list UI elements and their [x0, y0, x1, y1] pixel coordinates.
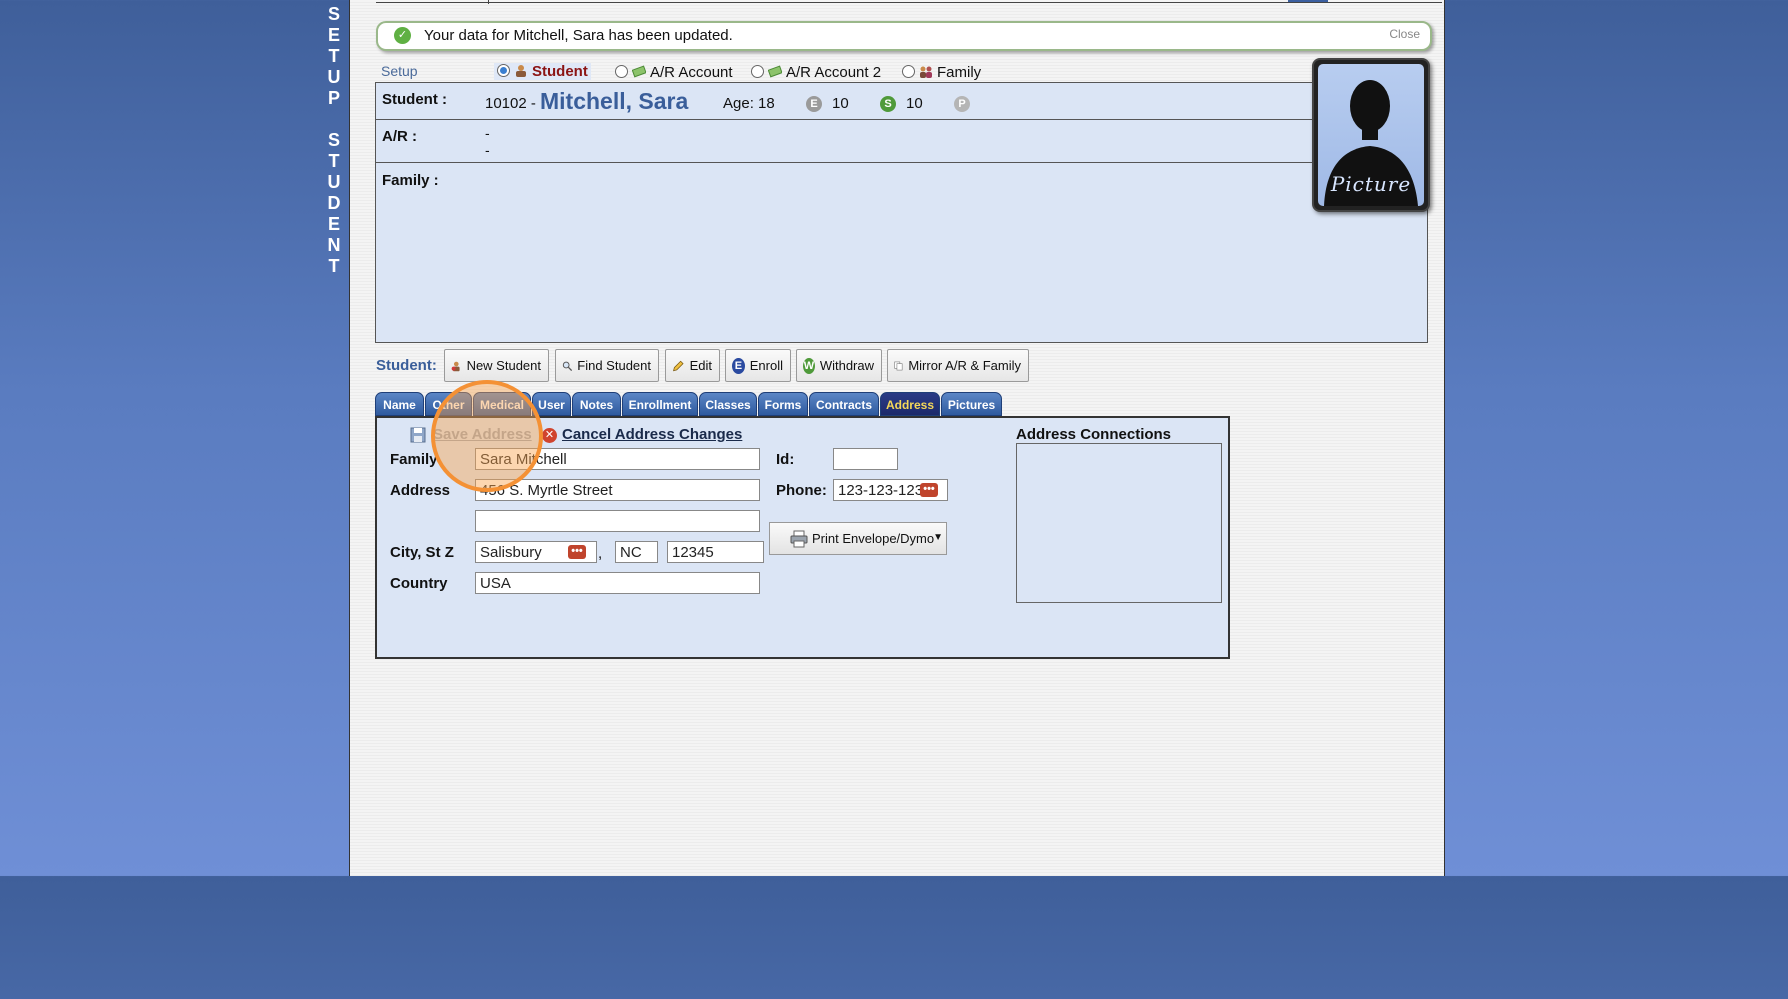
- address-field-label: Address: [390, 482, 451, 499]
- enroll-button[interactable]: E Enroll: [725, 349, 791, 382]
- zip-input[interactable]: [667, 541, 764, 563]
- city-lookup-icon[interactable]: •••: [568, 545, 586, 559]
- student-info-panel: Student : 10102 - Mitchell, Sara Age: 18…: [375, 82, 1428, 343]
- floppy-disk-icon: [410, 427, 426, 443]
- student-name: Mitchell, Sara: [540, 88, 689, 114]
- side-banner-setup-student: S E T U P S T U D E N T: [327, 4, 341, 276]
- wizard-option-ar-account-2[interactable]: A/R Account 2: [751, 64, 881, 81]
- notification-close-link[interactable]: Close: [1389, 27, 1420, 41]
- tab-contracts[interactable]: Contracts: [809, 392, 879, 416]
- country-input[interactable]: [475, 572, 760, 594]
- copy-icon: [894, 361, 903, 370]
- add-student-icon: [451, 361, 460, 371]
- magnifier-icon: [562, 361, 573, 371]
- family-icon: [920, 66, 932, 78]
- state-input[interactable]: [615, 541, 658, 563]
- tab-forms[interactable]: Forms: [758, 392, 808, 416]
- status-badge-icon: S: [880, 96, 896, 112]
- address-line-2-input[interactable]: [475, 510, 760, 532]
- student-picture[interactable]: Picture: [1312, 58, 1430, 212]
- top-divider: [376, 2, 1442, 3]
- id-field-label: Id:: [776, 451, 795, 468]
- address-line-1-input[interactable]: [475, 479, 760, 501]
- edit-button[interactable]: Edit: [665, 349, 720, 382]
- student-age: Age: 18: [723, 95, 775, 112]
- family-field-label: Family: [390, 451, 438, 468]
- tab-user[interactable]: User: [532, 392, 571, 416]
- phone-lookup-icon[interactable]: •••: [920, 483, 938, 497]
- ar-label: A/R :: [382, 128, 417, 145]
- tab-pictures[interactable]: Pictures: [941, 392, 1002, 416]
- student-id: 10102 -: [485, 95, 536, 112]
- save-address-link[interactable]: Save Address: [433, 426, 532, 443]
- tab-name[interactable]: Name: [375, 392, 424, 416]
- printer-icon: [790, 530, 808, 547]
- radio-icon[interactable]: [902, 65, 915, 78]
- withdraw-w-icon: W: [803, 357, 815, 374]
- enroll-e-icon: E: [732, 357, 745, 374]
- wizard-option-student[interactable]: Student: [494, 63, 591, 80]
- info-divider: [376, 119, 1313, 120]
- status-count: 10: [906, 95, 923, 112]
- notification-message: Your data for Mitchell, Sara has been up…: [424, 27, 733, 44]
- money-icon: [632, 65, 646, 78]
- city-state-zip-label: City, St Z: [390, 544, 454, 561]
- checkmark-icon: ✓: [394, 27, 411, 44]
- tab-address[interactable]: Address: [880, 392, 940, 416]
- chevron-down-icon: ▼: [933, 532, 943, 543]
- tab-classes[interactable]: Classes: [699, 392, 757, 416]
- tab-other[interactable]: Other: [425, 392, 472, 416]
- student-icon: [516, 65, 526, 77]
- info-divider: [376, 162, 1427, 163]
- country-field-label: Country: [390, 575, 448, 592]
- top-divider-tick: [488, 0, 489, 4]
- ar-line-2: -: [485, 142, 490, 158]
- id-input[interactable]: [833, 448, 898, 470]
- tab-notes[interactable]: Notes: [572, 392, 621, 416]
- radio-icon[interactable]: [751, 65, 764, 78]
- print-envelope-dropdown[interactable]: Print Envelope/Dymo ▼: [769, 522, 947, 555]
- phone-field-label: Phone:: [776, 482, 827, 499]
- find-student-button[interactable]: Find Student: [555, 349, 659, 382]
- wizard-option-family[interactable]: Family: [902, 64, 981, 81]
- withdraw-button[interactable]: W Withdraw: [796, 349, 882, 382]
- family-name-input[interactable]: [475, 448, 760, 470]
- update-notification: ✓ Your data for Mitchell, Sara has been …: [376, 21, 1432, 51]
- picture-label: Picture: [1330, 172, 1412, 196]
- cancel-address-changes-link[interactable]: Cancel Address Changes: [562, 426, 742, 443]
- top-link-underline[interactable]: [1288, 0, 1328, 2]
- tab-enrollment[interactable]: Enrollment: [622, 392, 698, 416]
- tab-medical[interactable]: Medical: [473, 392, 531, 416]
- address-connections-title: Address Connections: [1016, 426, 1172, 443]
- enrollment-badge-icon: E: [806, 96, 822, 112]
- money-icon: [768, 65, 782, 78]
- new-student-button[interactable]: New Student: [444, 349, 549, 382]
- enrollment-count: 10: [832, 95, 849, 112]
- city-state-separator: ,: [598, 545, 603, 562]
- radio-selected-icon[interactable]: [497, 64, 510, 77]
- p-badge-icon: P: [954, 96, 970, 112]
- mirror-ar-family-button[interactable]: Mirror A/R & Family: [887, 349, 1029, 382]
- family-label: Family :: [382, 172, 439, 189]
- pencil-icon: [673, 360, 684, 371]
- address-connections-list[interactable]: [1016, 443, 1222, 603]
- wizard-option-ar-account[interactable]: A/R Account: [615, 64, 733, 81]
- cancel-x-icon: ✕: [542, 428, 557, 443]
- ar-line-1: -: [485, 125, 490, 141]
- student-label: Student :: [382, 91, 447, 108]
- toolbar-label: Student:: [376, 357, 437, 374]
- radio-icon[interactable]: [615, 65, 628, 78]
